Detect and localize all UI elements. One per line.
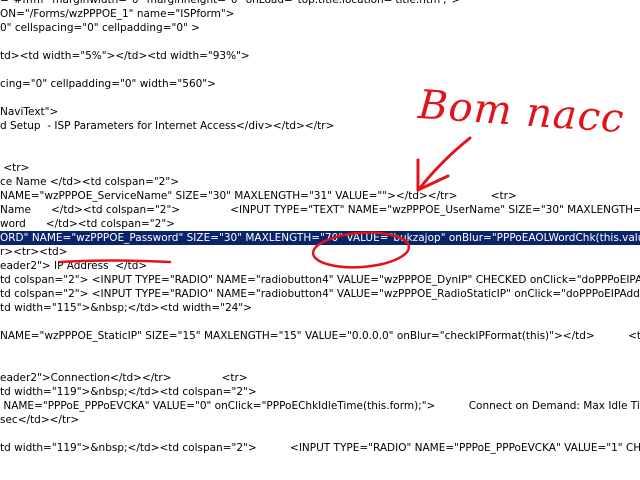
source-line[interactable]: NaviText"> xyxy=(0,105,58,119)
source-line[interactable]: td colspan="2"> <INPUT TYPE="RADIO" NAME… xyxy=(0,273,640,287)
source-line[interactable]: td width="115">&nbsp;</td><td width="24"… xyxy=(0,301,252,315)
source-line[interactable]: cing="0" cellpadding="0" width="560"> xyxy=(0,77,216,91)
source-line[interactable]: Name </td><td colspan="2"> <INPUT TYPE="… xyxy=(0,203,640,217)
source-line[interactable]: td width="119">&nbsp;</td><td colspan="2… xyxy=(0,385,257,399)
source-line[interactable]: eader2">Connection</td></tr> <tr> xyxy=(0,371,248,385)
annotation-arrowhead xyxy=(416,158,450,192)
source-line[interactable]: td width="119">&nbsp;</td><td colspan="2… xyxy=(0,441,640,455)
source-line[interactable]: td><td width="5%"></td><td width="93%"> xyxy=(0,49,250,63)
source-line[interactable]: eader2"> IP Address </td> xyxy=(0,259,147,273)
selected-source-line[interactable]: ORD" NAME="wzPPPOE_Password" SIZE="30" M… xyxy=(0,231,640,245)
annotation-arrow-shaft xyxy=(418,136,472,190)
source-line[interactable]: d Setup - ISP Parameters for Internet Ac… xyxy=(0,119,334,133)
source-line[interactable]: word </td><td colspan="2"> xyxy=(0,217,175,231)
annotation-note: Вот пасс xyxy=(416,82,627,143)
source-line[interactable]: r><tr><td> xyxy=(0,245,68,259)
source-line[interactable]: sec</td></tr> xyxy=(0,413,79,427)
source-line[interactable]: td colspan="2"> <INPUT TYPE="RADIO" NAME… xyxy=(0,287,640,301)
source-line[interactable]: NAME="PPPoE_PPPoEVCKA" VALUE="0" onClick… xyxy=(0,399,640,413)
source-line[interactable]: ON="/Forms/wzPPPOE_1" name="ISPform"> xyxy=(0,7,234,21)
source-line[interactable]: NAME="wzPPPOE_StaticIP" SIZE="15" MAXLEN… xyxy=(0,329,640,343)
source-line[interactable]: ="#ffffff" marginwidth="0" marginheight=… xyxy=(0,0,460,7)
html-source-view: ="#ffffff" marginwidth="0" marginheight=… xyxy=(0,0,640,480)
source-line[interactable]: <tr> xyxy=(0,161,29,175)
source-line[interactable]: 0" cellspacing="0" cellpadding="0" > xyxy=(0,21,200,35)
source-line[interactable]: NAME="wzPPPOE_ServiceName" SIZE="30" MAX… xyxy=(0,189,517,203)
source-line[interactable]: ce Name </td><td colspan="2"> xyxy=(0,175,179,189)
